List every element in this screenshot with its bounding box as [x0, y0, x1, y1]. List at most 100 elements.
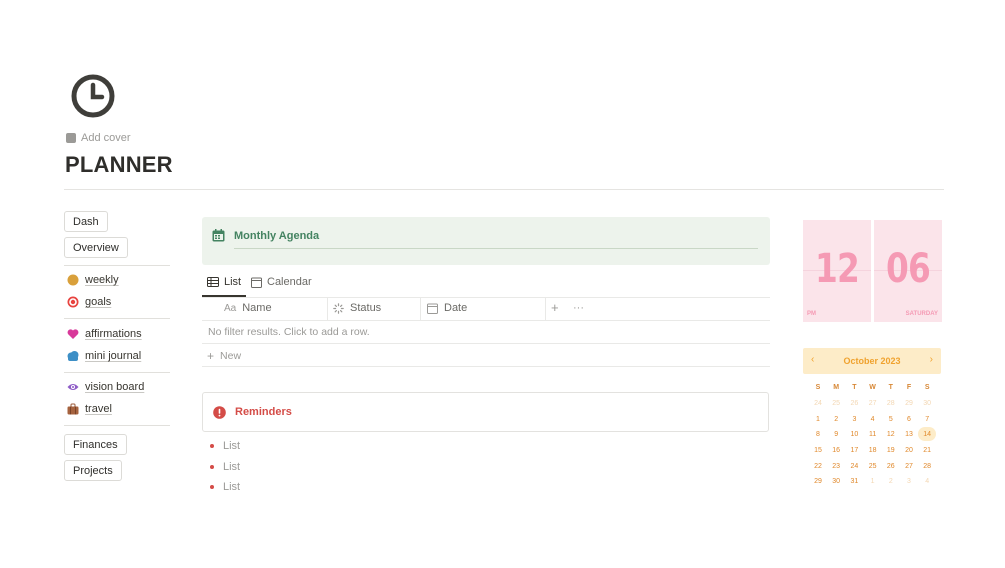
empty-state-text[interactable]: No filter results. Click to add a row. [208, 326, 370, 338]
clock-minute-tile: 06 SATURDAY [874, 220, 942, 322]
text-icon: Aa [224, 302, 237, 314]
calendar-day[interactable]: 18 [864, 447, 882, 454]
calendar-month-label: October 2023 [843, 356, 901, 366]
calendar-day[interactable]: 8 [809, 431, 827, 438]
add-property-button[interactable]: + [551, 300, 559, 315]
calendar-day[interactable]: 12 [882, 431, 900, 438]
calendar-day[interactable]: 1 [809, 416, 827, 423]
column-header-status[interactable]: Status [333, 302, 381, 314]
calendar-weekday: S [924, 384, 930, 391]
sidebar-item-goals[interactable]: goals [67, 296, 111, 308]
cloud-icon [67, 351, 79, 361]
calendar-day[interactable]: 29 [809, 478, 827, 485]
sidebar-item-weekly[interactable]: weekly [67, 274, 119, 286]
clock-hour-tile: 12 PM [803, 220, 871, 322]
column-header-date[interactable]: Date [427, 302, 467, 314]
sidebar-item-mini-journal[interactable]: mini journal [67, 350, 141, 362]
clock-icon[interactable] [70, 73, 116, 119]
calendar-weekday: W [869, 384, 876, 391]
more-options-button[interactable]: ··· [573, 302, 584, 314]
bullet-icon [210, 485, 214, 489]
calendar-day[interactable]: 22 [809, 463, 827, 470]
list-item[interactable]: List [210, 440, 240, 452]
column-header-name[interactable]: Aa Name [224, 302, 272, 314]
column-label: Date [444, 302, 468, 314]
sidebar-item-label: mini journal [85, 350, 142, 362]
page-title[interactable]: PLANNER [65, 152, 173, 178]
new-row-button[interactable]: + New [207, 349, 241, 363]
calendar-day[interactable]: 3 [900, 478, 918, 485]
sidebar-divider [64, 318, 170, 319]
calendar-day[interactable]: 21 [918, 447, 936, 454]
bullet-icon [210, 465, 214, 469]
reminders-title[interactable]: Reminders [235, 406, 292, 418]
agenda-title[interactable]: Monthly Agenda [234, 230, 319, 242]
sidebar-item-vision-board[interactable]: vision board [67, 381, 144, 393]
target-icon [67, 296, 79, 308]
calendar-day[interactable]: 14 [918, 431, 936, 438]
sidebar-item-label: vision board [85, 381, 145, 393]
calendar-day[interactable]: 31 [845, 478, 863, 485]
list-item[interactable]: List [210, 461, 240, 473]
calendar-day[interactable]: 24 [845, 463, 863, 470]
calendar-day[interactable]: 30 [827, 478, 845, 485]
add-cover-button[interactable]: Add cover [66, 132, 131, 144]
calendar-day[interactable]: 7 [918, 416, 936, 423]
calendar-day[interactable]: 3 [845, 416, 863, 423]
calendar-day[interactable]: 16 [827, 447, 845, 454]
calendar-day[interactable]: 1 [864, 478, 882, 485]
calendar-day[interactable]: 11 [864, 431, 882, 438]
calendar-day[interactable]: 17 [845, 447, 863, 454]
finances-button[interactable]: Finances [64, 434, 127, 455]
calendar-day[interactable]: 27 [864, 400, 882, 407]
calendar-header: ‹ October 2023 › [803, 348, 941, 374]
plus-icon: + [207, 349, 215, 363]
calendar-day[interactable]: 28 [918, 463, 936, 470]
dash-button[interactable]: Dash [64, 211, 108, 232]
overview-button[interactable]: Overview [64, 237, 128, 258]
clock-period: PM [807, 311, 816, 317]
sidebar-item-label: weekly [85, 274, 119, 286]
column-divider [327, 297, 328, 320]
calendar-day[interactable]: 19 [882, 447, 900, 454]
calendar-day[interactable]: 28 [882, 400, 900, 407]
calendar-day[interactable]: 4 [918, 478, 936, 485]
calendar-day[interactable]: 4 [864, 416, 882, 423]
calendar-day[interactable]: 23 [827, 463, 845, 470]
calendar-day[interactable]: 15 [809, 447, 827, 454]
calendar-day[interactable]: 10 [845, 431, 863, 438]
orange-circle-icon [67, 274, 79, 286]
new-row-label: New [220, 350, 242, 362]
calendar-day[interactable]: 2 [882, 478, 900, 485]
calendar-day[interactable]: 13 [900, 431, 918, 438]
calendar-day[interactable]: 2 [827, 416, 845, 423]
projects-button[interactable]: Projects [64, 460, 122, 481]
calendar-day[interactable]: 5 [882, 416, 900, 423]
calendar-weekday: S [815, 384, 821, 391]
calendar-day[interactable]: 9 [827, 431, 845, 438]
list-item[interactable]: List [210, 481, 240, 493]
sidebar-item-travel[interactable]: travel [67, 403, 112, 415]
calendar-day[interactable]: 20 [900, 447, 918, 454]
calendar-day[interactable]: 25 [864, 463, 882, 470]
calendar-day[interactable]: 24 [809, 400, 827, 407]
chevron-right-icon[interactable]: › [930, 354, 933, 365]
calendar-icon [212, 229, 225, 247]
sidebar-item-affirmations[interactable]: affirmations [67, 328, 142, 340]
tab-calendar[interactable]: Calendar [251, 276, 312, 288]
calendar-icon [427, 303, 438, 314]
calendar-day[interactable]: 27 [900, 463, 918, 470]
calendar-weekday: F [906, 384, 912, 391]
list-item-text: List [223, 461, 241, 473]
calendar-day[interactable]: 6 [900, 416, 918, 423]
header-divider [64, 189, 944, 190]
tab-list[interactable]: List [207, 276, 241, 288]
calendar-day[interactable]: 25 [827, 400, 845, 407]
sidebar-item-label: goals [85, 296, 112, 308]
table-icon [207, 277, 219, 287]
calendar-day[interactable]: 26 [845, 400, 863, 407]
calendar-day[interactable]: 29 [900, 400, 918, 407]
calendar-day[interactable]: 26 [882, 463, 900, 470]
sidebar-item-label: affirmations [85, 328, 142, 340]
calendar-day[interactable]: 30 [918, 400, 936, 407]
